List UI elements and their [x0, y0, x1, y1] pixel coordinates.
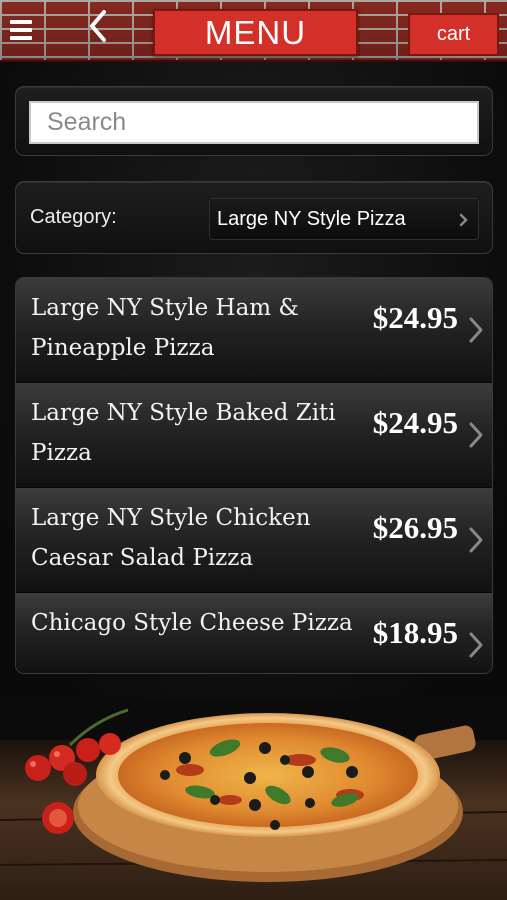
menu-item-name: Large NY Style Baked Ziti Pizza — [31, 400, 336, 466]
menu-item-name: Large NY Style Ham & Pineapple Pizza — [31, 295, 299, 361]
menu-item-price: $26.95 — [372, 510, 458, 545]
chevron-right-icon — [469, 422, 483, 448]
hamburger-menu-icon[interactable] — [10, 20, 32, 40]
back-chevron-icon[interactable] — [84, 6, 114, 50]
menu-item-name: Chicago Style Cheese Pizza — [31, 610, 353, 636]
pizza-photo — [0, 700, 507, 900]
chevron-right-icon — [469, 527, 483, 553]
menu-item-price: $24.95 — [372, 300, 458, 335]
search-input[interactable] — [29, 101, 479, 144]
chevron-right-icon — [469, 632, 483, 658]
category-label: Category: — [30, 206, 117, 228]
category-panel: Category: Large NY Style Pizza — [15, 181, 493, 254]
cart-button[interactable]: cart — [408, 13, 499, 56]
menu-item-name: Large NY Style Chicken Caesar Salad Pizz… — [31, 505, 311, 571]
menu-item-row[interactable]: Chicago Style Cheese Pizza $18.95 — [16, 593, 492, 673]
chevron-right-icon — [469, 317, 483, 343]
menu-item-list: Large NY Style Ham & Pineapple Pizza $24… — [15, 277, 493, 674]
menu-item-row[interactable]: Large NY Style Chicken Caesar Salad Pizz… — [16, 488, 492, 593]
page-title: MENU — [153, 9, 358, 56]
category-select[interactable]: Large NY Style Pizza — [209, 198, 479, 240]
menu-item-row[interactable]: Large NY Style Baked Ziti Pizza $24.95 — [16, 383, 492, 488]
menu-item-row[interactable]: Large NY Style Ham & Pineapple Pizza $24… — [16, 278, 492, 383]
search-panel — [15, 86, 493, 156]
chevron-right-icon — [459, 213, 468, 227]
menu-item-price: $24.95 — [372, 405, 458, 440]
category-selected-value: Large NY Style Pizza — [217, 207, 406, 230]
app-header: MENU cart — [0, 0, 507, 62]
menu-item-price: $18.95 — [372, 615, 458, 650]
